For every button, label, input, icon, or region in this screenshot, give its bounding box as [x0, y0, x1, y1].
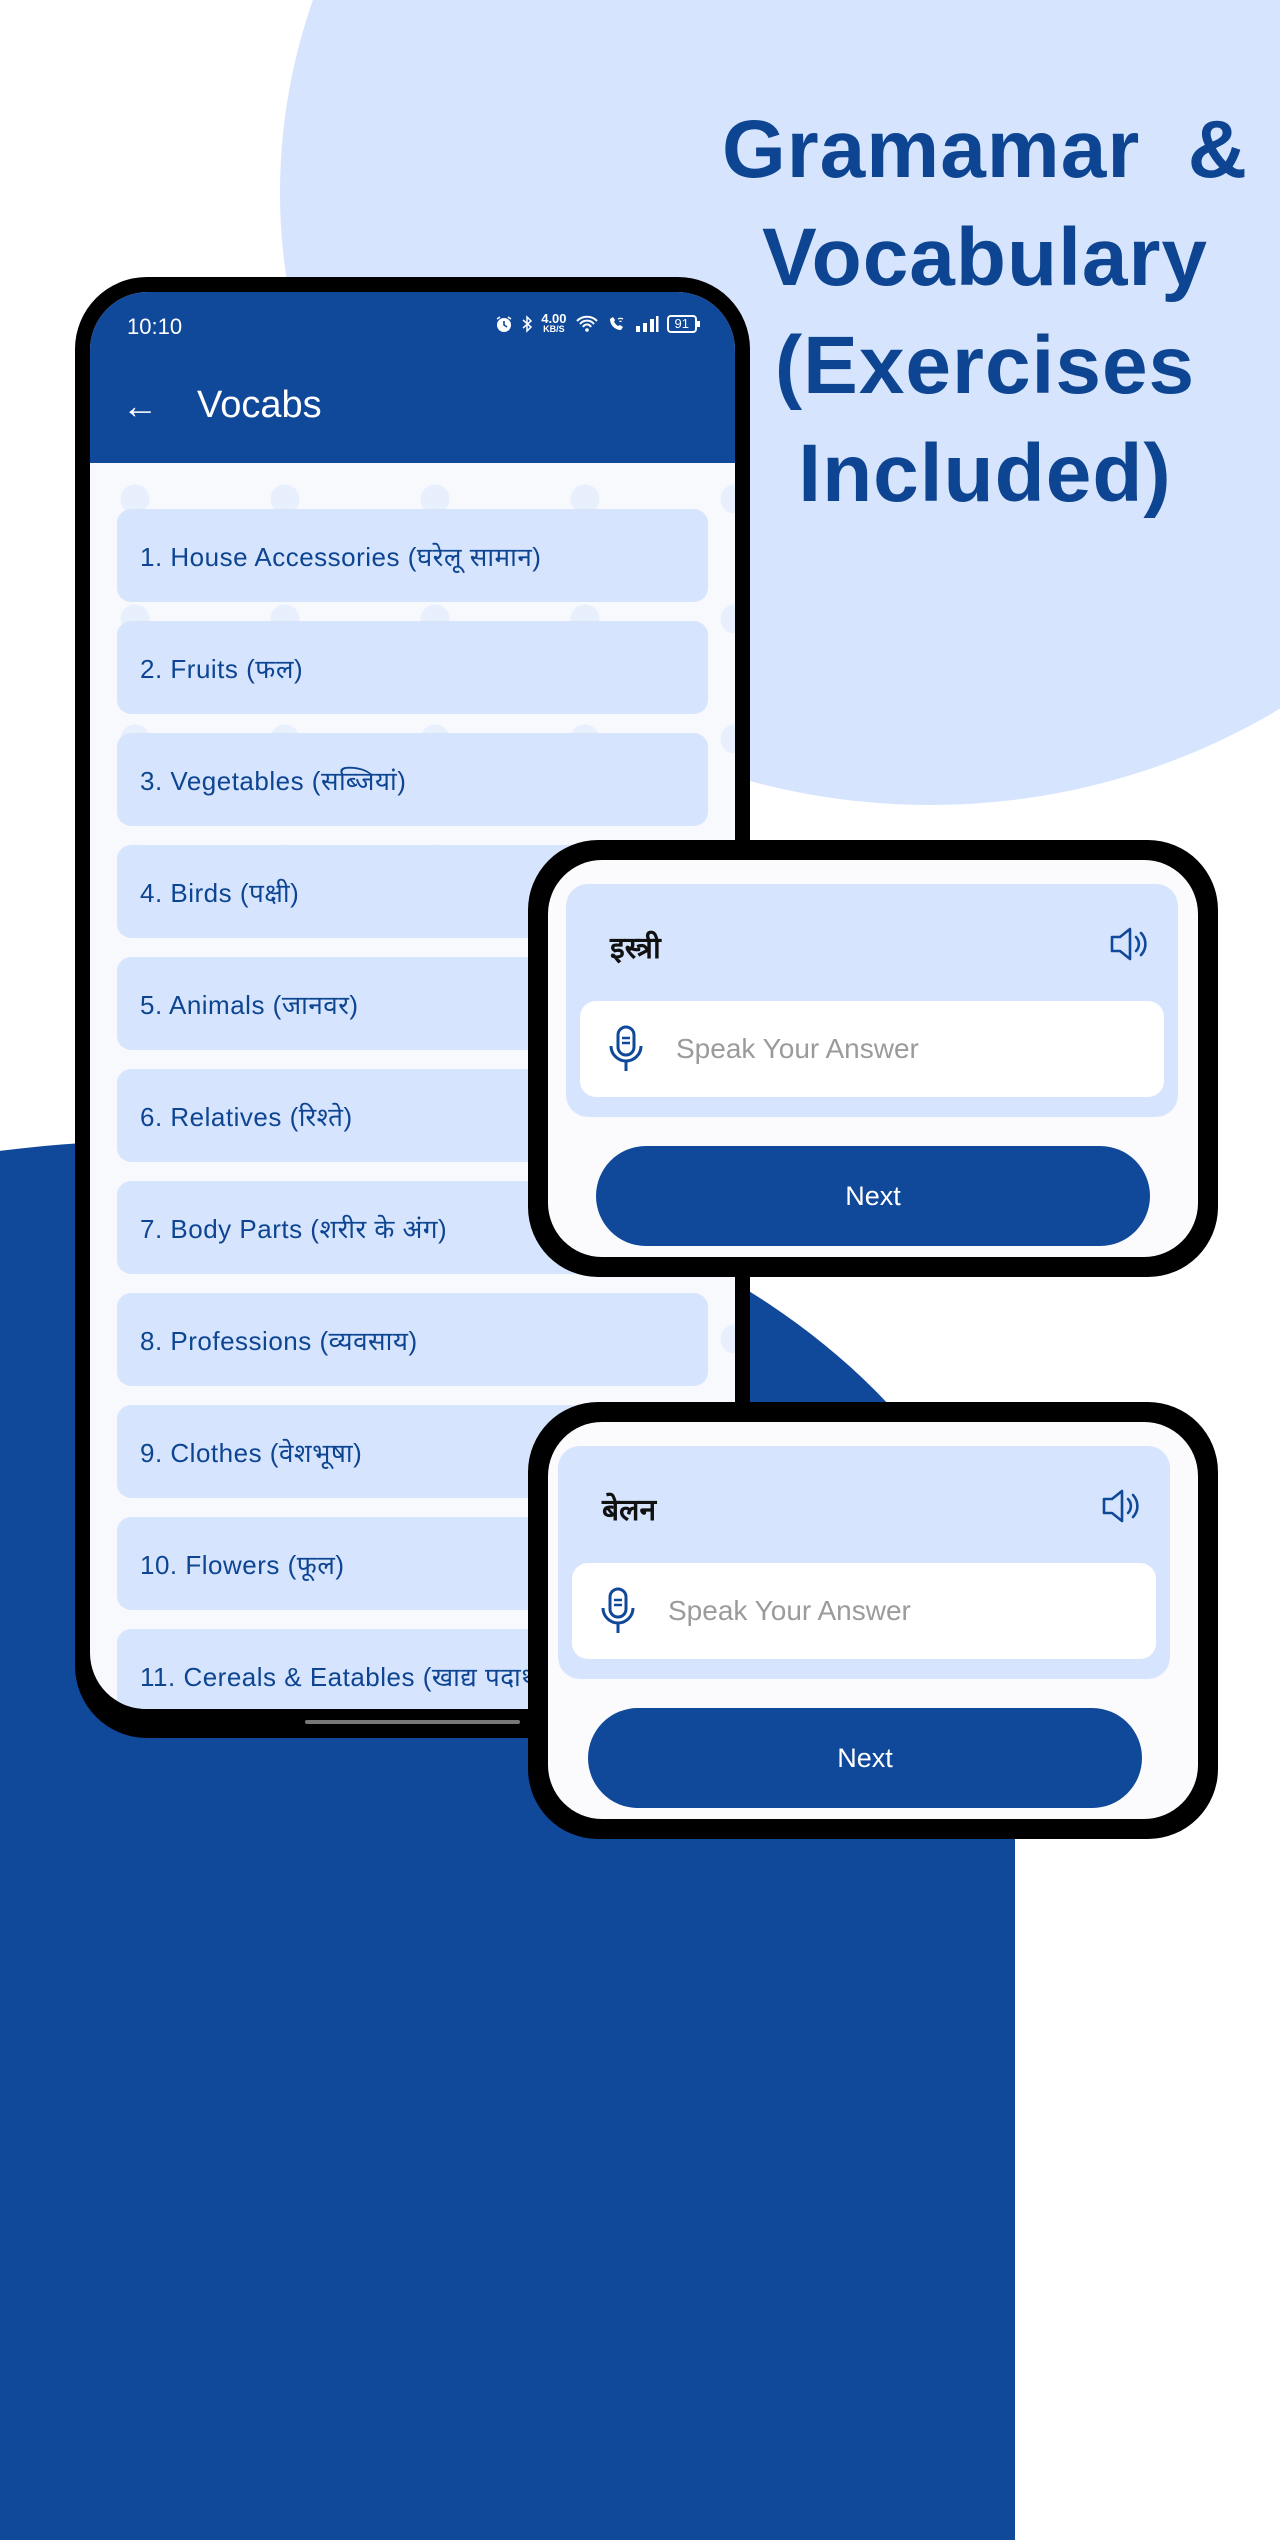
net-speed-unit: KB/S: [543, 324, 565, 334]
question-word: इस्त्री: [610, 931, 661, 966]
arrow-left-icon[interactable]: ←: [122, 388, 158, 424]
speaker-icon[interactable]: [1106, 922, 1150, 966]
promo-title-line: Gramamar &: [721, 104, 1249, 195]
alarm-icon: [496, 316, 512, 332]
promo-title-line: Vocabulary: [762, 212, 1208, 303]
answer-input[interactable]: [674, 1032, 1118, 1066]
exercise-card: इस्त्री Next: [528, 840, 1218, 1277]
question-panel: बेलन: [558, 1446, 1170, 1679]
exercise-card: बेलन Next: [528, 1402, 1218, 1839]
promo-title: Gramamar & Vocabulary (Exercises Include…: [720, 96, 1250, 528]
question-word: बेलन: [602, 1493, 657, 1528]
microphone-icon[interactable]: [598, 1586, 638, 1636]
question-panel: इस्त्री: [566, 884, 1178, 1117]
list-item[interactable]: 1. House Accessories (घरेलू सामान): [117, 509, 708, 602]
wifi-icon: [575, 315, 598, 332]
net-speed: 4.00 KB/S: [541, 311, 567, 334]
net-speed-value: 4.00: [541, 311, 567, 326]
list-item[interactable]: 2. Fruits (फल): [117, 621, 708, 714]
status-icons: 4.00 KB/S 91: [495, 311, 701, 334]
exercise-card-body: बेलन Next: [548, 1422, 1198, 1819]
microphone-icon[interactable]: [606, 1024, 646, 1074]
wifi-calling-icon: [609, 317, 623, 330]
next-button[interactable]: Next: [596, 1146, 1150, 1246]
promo-title-line: Included): [798, 428, 1172, 519]
answer-field[interactable]: [572, 1563, 1156, 1659]
answer-input[interactable]: [666, 1594, 1110, 1628]
speaker-icon[interactable]: [1098, 1484, 1142, 1528]
app-bar: 10:10 4.00 KB/S 91 ← Vocabs: [90, 292, 735, 463]
exercise-card-body: इस्त्री Next: [548, 860, 1198, 1257]
list-item[interactable]: 8. Professions (व्यवसाय): [117, 1293, 708, 1386]
signal-icon: [635, 316, 659, 332]
promo-title-line: (Exercises: [774, 320, 1196, 411]
home-indicator[interactable]: [305, 1720, 520, 1724]
battery-icon: 91: [666, 315, 701, 333]
page-title: Vocabs: [197, 384, 322, 426]
list-item[interactable]: 3. Vegetables (सब्जियां): [117, 733, 708, 826]
answer-field[interactable]: [580, 1001, 1164, 1097]
bluetooth-icon: [522, 315, 533, 333]
next-button[interactable]: Next: [588, 1708, 1142, 1808]
status-time: 10:10: [127, 314, 183, 339]
